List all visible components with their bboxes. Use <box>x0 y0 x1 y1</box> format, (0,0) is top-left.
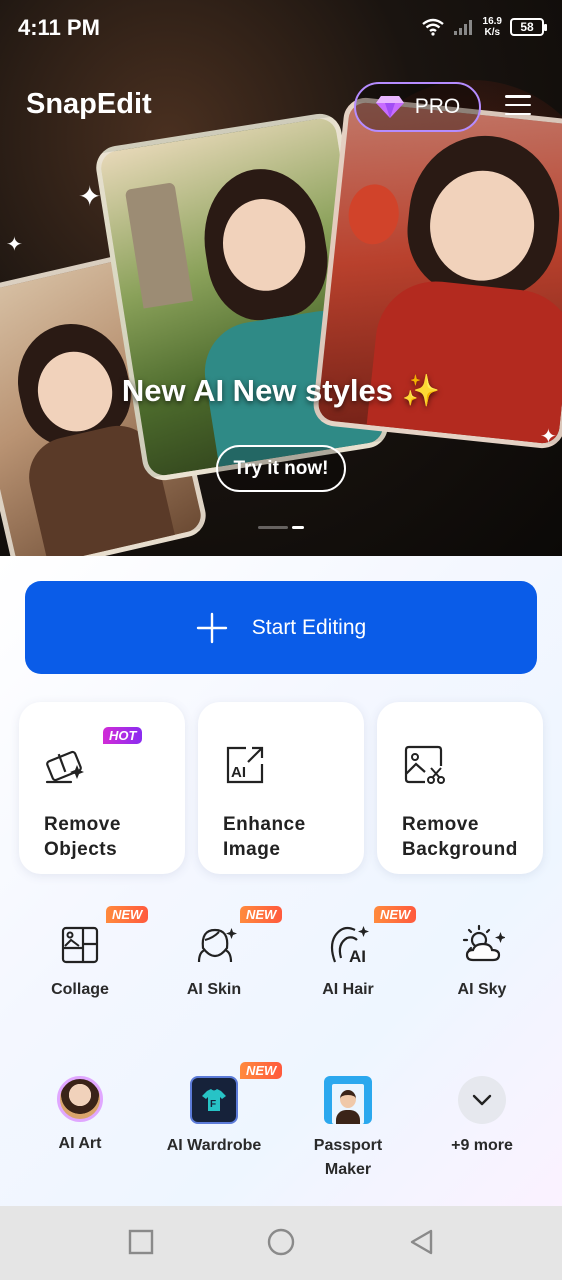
tile-label: Remove Objects <box>44 814 121 860</box>
menu-icon[interactable] <box>505 95 531 115</box>
status-time: 4:11 PM <box>18 15 100 40</box>
diamond-icon <box>375 96 404 118</box>
wifi-icon <box>421 18 444 36</box>
enhance-icon: AI <box>226 746 264 784</box>
system-nav-bar <box>0 1206 562 1280</box>
remove-background-icon <box>404 745 445 784</box>
pro-label: PRO <box>414 95 461 118</box>
tool-ai-wardrobe[interactable]: F AI Wardrobe <box>154 1076 274 1158</box>
start-editing-label: Start Editing <box>251 615 367 639</box>
net-speed: 16.9 K/s <box>482 16 502 38</box>
tile-remove-objects[interactable]: Remove Objects HOT <box>19 702 185 874</box>
tool-label: Collage <box>51 981 109 998</box>
tool-ai-art[interactable]: AI Art <box>20 1076 140 1156</box>
tool-passport-maker[interactable]: Passport Maker <box>288 1076 408 1182</box>
pro-button[interactable]: PRO <box>354 82 481 132</box>
wardrobe-icon: F <box>190 1076 238 1124</box>
status-bar: 4:11 PM 16.9 K/s 58 <box>0 0 562 58</box>
new-badge: NEW <box>240 1062 283 1079</box>
try-now-button[interactable]: Try it now! <box>216 445 346 492</box>
plus-icon <box>196 612 227 643</box>
new-badge: NEW <box>106 906 149 923</box>
tool-ai-skin[interactable]: AI Skin <box>154 922 274 1002</box>
passport-photo-icon <box>324 1076 372 1124</box>
tool-label: AI Sky <box>457 981 507 998</box>
start-editing-button[interactable]: Start Editing <box>25 581 537 674</box>
sparkle-icon: ✦ <box>78 181 102 212</box>
tile-enhance-image[interactable]: AI Enhance Image <box>198 702 364 874</box>
collage-icon <box>61 926 99 964</box>
chevron-down-icon <box>458 1076 506 1124</box>
tool-ai-hair[interactable]: AI AI Hair <box>288 922 408 1002</box>
back-icon[interactable] <box>408 1228 436 1256</box>
svg-text:AI: AI <box>231 764 246 781</box>
tool-label: AI Hair <box>322 981 374 998</box>
new-badge: NEW <box>374 906 417 923</box>
carousel-indicator <box>258 526 304 529</box>
hero-title: New AI New styles ✨ <box>121 373 441 408</box>
ai-hair-icon: AI <box>330 926 369 966</box>
app-logo-text: SnapEdit <box>26 88 152 120</box>
main-content: Start Editing Remove Objects HOT AI Enha… <box>0 556 562 1206</box>
hero-banner[interactable]: ✦ ✦ ✦ 4:11 PM 16.9 K/s 58 SnapEdit PRO N… <box>0 0 562 556</box>
ai-skin-icon <box>197 928 237 963</box>
sun-cloud-icon <box>462 924 505 962</box>
eraser-icon <box>45 750 84 784</box>
tool-more[interactable]: +9 more <box>422 1076 542 1158</box>
battery-indicator: 58 <box>510 18 547 36</box>
home-icon[interactable] <box>266 1228 296 1258</box>
tile-label: Enhance Image <box>223 814 306 860</box>
hot-badge: HOT <box>103 727 143 744</box>
tool-label: AI Wardrobe <box>166 1137 262 1154</box>
svg-text:F: F <box>210 1099 216 1110</box>
sparkle-icon: ✦ <box>540 426 557 448</box>
tool-label: Passport Maker <box>313 1137 383 1178</box>
recents-icon[interactable] <box>127 1228 155 1256</box>
ai-art-thumbnail <box>57 1076 103 1122</box>
sparkle-icon: ✦ <box>6 234 23 256</box>
tool-ai-sky[interactable]: AI Sky <box>422 922 542 1002</box>
tool-collage[interactable]: Collage <box>20 922 140 1002</box>
tool-label: +9 more <box>451 1137 513 1154</box>
signal-icon <box>453 20 472 35</box>
tile-label: Remove Background <box>402 814 518 860</box>
tool-label: AI Skin <box>186 981 242 998</box>
svg-text:AI: AI <box>349 947 366 966</box>
tile-remove-background[interactable]: Remove Background <box>377 702 543 874</box>
new-badge: NEW <box>240 906 283 923</box>
tool-label: AI Art <box>58 1135 102 1152</box>
